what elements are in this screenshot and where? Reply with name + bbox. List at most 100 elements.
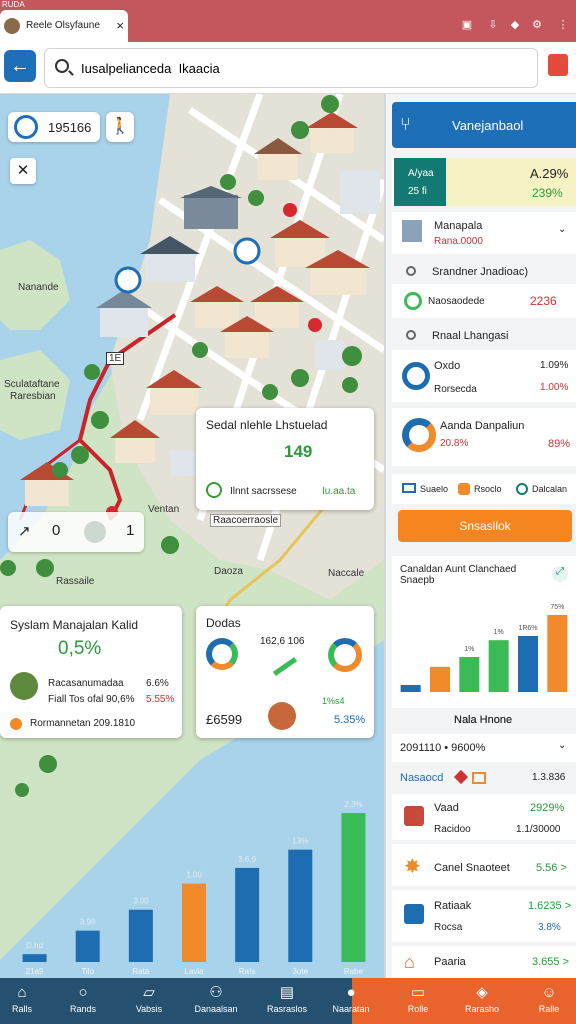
- popup-row-value: Iu.aa.ta: [322, 486, 356, 497]
- expand-icon[interactable]: ⤢: [552, 566, 568, 582]
- extension-icon[interactable]: [548, 54, 568, 76]
- chart-data-label: D.hd: [26, 941, 43, 950]
- map-label: Rassaile: [56, 576, 95, 587]
- stat-left-top: A/yaa: [408, 168, 434, 179]
- list-item-sub: Racidoo: [434, 824, 471, 835]
- nav-label: Rands: [69, 1004, 96, 1014]
- chevron-down-icon[interactable]: ⌄: [558, 224, 566, 235]
- card2-bottom-value: £6599: [206, 712, 243, 727]
- quick-action-2[interactable]: Rsoclo: [474, 484, 502, 494]
- back-button[interactable]: ←: [4, 50, 36, 82]
- list-header-title: Nasaocd: [400, 772, 444, 784]
- close-tab-icon[interactable]: ×: [116, 18, 124, 33]
- shield-icon[interactable]: ◆: [508, 18, 522, 32]
- browser-tab[interactable]: Reele Olsyfaune ×: [0, 10, 128, 42]
- map-nav-tool[interactable]: ↗ 0 1: [8, 512, 144, 552]
- item2-title: Aanda Danpaliun: [440, 420, 525, 432]
- list-item-title: Vaad: [434, 802, 459, 814]
- nav-item-search[interactable]: ○ Rands: [58, 978, 108, 1024]
- nav-item-people[interactable]: ⚇ Danaalsan: [188, 978, 244, 1024]
- chevron-down-icon[interactable]: ⌄: [558, 740, 566, 751]
- list-item[interactable]: Vaad Racidoo 2929% 1.1/30000: [392, 794, 576, 840]
- more-icon[interactable]: ⋮: [556, 18, 570, 32]
- landscape-icon: [10, 672, 38, 700]
- card1-row1-value: 6.6%: [146, 678, 169, 689]
- download-icon[interactable]: ⇩: [486, 18, 500, 32]
- walk-mode-button[interactable]: 🚶: [106, 112, 134, 142]
- chart-bar: [488, 640, 509, 692]
- globe-icon: [516, 483, 528, 495]
- section1-row[interactable]: Naosaodede 2236: [392, 284, 576, 318]
- stat-right-bot: 239%: [532, 186, 563, 200]
- panel-header[interactable]: ⑂ Vanejanbaol: [392, 102, 576, 148]
- quick-action-1[interactable]: Suaelo: [420, 484, 448, 494]
- chart-data-label: 2.3%: [344, 800, 362, 809]
- mana-card[interactable]: Manapala Rana.0000 ⌄: [392, 212, 576, 254]
- item-card-2[interactable]: Aanda Danpaliun 20.8% 89%: [392, 408, 576, 466]
- walk-icon: 🚶: [110, 118, 130, 135]
- map-label: Nanande: [18, 282, 59, 293]
- list-item[interactable]: ⌂ Paaria 3.655 >: [392, 946, 576, 978]
- system-management-card[interactable]: Syslam Manajalan Kalid 0,5% Racasanumada…: [0, 606, 182, 738]
- inbox-icon: ▤: [279, 984, 295, 1001]
- map-popup-card[interactable]: Sedal nlehle Lhstuelad 149 Ilnnt sacrsse…: [196, 408, 374, 510]
- date-row[interactable]: 2091110 • 9600% ⌄: [392, 734, 576, 762]
- map-icon: ▱: [143, 984, 155, 1001]
- status-icon: [10, 718, 22, 730]
- wood-icon: [268, 702, 296, 730]
- leaf-icon: [206, 482, 222, 498]
- pie-icon: [402, 418, 436, 452]
- close-map-button[interactable]: ✕: [10, 158, 36, 184]
- card2-title: Dodas: [206, 616, 241, 630]
- tree-icon: [84, 521, 106, 543]
- section-icon: [406, 266, 416, 276]
- people-icon: ⚇: [209, 984, 223, 1001]
- cast-icon[interactable]: ▣: [460, 18, 474, 32]
- search-box[interactable]: [44, 48, 538, 88]
- nav-item-profile[interactable]: ☺ Ralle: [526, 978, 572, 1024]
- nav-item-tag[interactable]: ◈ Rarasho: [456, 978, 508, 1024]
- bottom-navigation: ⌂ Ralls ○ Rands ▱ Vabsis ⚇ Danaalsan ▤ Rasras…: [0, 978, 576, 1024]
- section2-title: Rnaal Lhangasi: [432, 330, 509, 342]
- card2-center-value: 162,6 106: [260, 636, 305, 647]
- list-item-value: 5.56 >: [536, 862, 567, 874]
- mana-sub: Rana.0000: [434, 236, 483, 247]
- quick-action-3[interactable]: Dalcalan: [532, 484, 567, 494]
- list-item[interactable]: Ratiaak Rocsa 1.6235 > 3.8%: [392, 890, 576, 942]
- tab-avatar-icon: [4, 18, 20, 34]
- nav-item-inbox[interactable]: ▤ Rasraslos: [262, 978, 312, 1024]
- card1-title: Syslam Manajalan Kalid: [10, 618, 139, 632]
- nav-item-map[interactable]: ▱ Vabsis: [124, 978, 174, 1024]
- list-item-title: Ratiaak: [434, 900, 472, 912]
- item2-sub: 20.8%: [440, 438, 469, 449]
- chart-bar: [400, 685, 421, 692]
- item-card-1[interactable]: Oxdo Rorsecda 1.09% 1.00%: [392, 350, 576, 402]
- item1-sub: Rorsecda: [434, 384, 477, 395]
- nav-item-doc[interactable]: ▭ Rolle: [396, 978, 440, 1024]
- dodas-card[interactable]: Dodas 162,6 106 £6599 1%s4 5.35%: [196, 606, 374, 738]
- settings-icon[interactable]: ⚙: [530, 18, 544, 32]
- document-icon: ▭: [410, 984, 426, 1001]
- list-item[interactable]: ✸ Canel Snaoteet 5.56 >: [392, 844, 576, 886]
- stat-card[interactable]: A/yaa 25 fi A.29% 239%: [392, 158, 576, 206]
- cube-icon: [404, 806, 424, 826]
- nav-label: Vabsis: [135, 1004, 163, 1014]
- item1-title: Oxdo: [434, 360, 461, 372]
- chart-bar: [341, 813, 366, 962]
- nav-item-home[interactable]: ⌂ Ralls: [0, 978, 44, 1024]
- map-label: Raresbian: [10, 391, 56, 402]
- primary-action-button[interactable]: Snsasllok: [398, 510, 572, 542]
- nav-item-alert[interactable]: ● Naaratan: [326, 978, 376, 1024]
- home-icon: ⌂: [404, 952, 415, 972]
- location-chip[interactable]: 195166: [8, 112, 100, 142]
- nav-label: Naaratan: [332, 1004, 370, 1014]
- search-icon: [55, 59, 69, 73]
- item2-value: 89%: [548, 438, 571, 450]
- section-icon: [406, 330, 416, 340]
- map-tag: Raacoerraosle: [210, 514, 282, 527]
- chip-value: 195166: [48, 120, 92, 135]
- chart-tick-label: Ra!s: [239, 967, 255, 976]
- chart-bar: [128, 909, 153, 962]
- search-input[interactable]: [81, 57, 521, 79]
- list-item-value2: 3.8%: [538, 922, 561, 933]
